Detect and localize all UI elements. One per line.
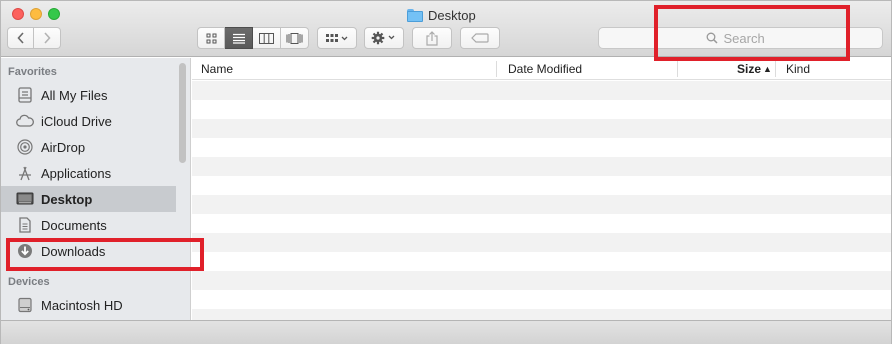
sidebar: Favorites All My Files iCloud Drive AirD… [1,58,191,320]
sidebar-item-label: Downloads [41,243,106,259]
empty-row [192,290,891,309]
cloud-icon [16,112,34,130]
icon-view-button[interactable] [197,27,225,49]
list-view-button[interactable] [225,27,253,49]
empty-row [192,195,891,214]
back-button[interactable] [7,27,34,49]
arrange-button[interactable] [317,27,357,49]
chevron-left-icon [16,32,24,44]
empty-row [192,252,891,271]
view-mode-buttons [197,27,309,49]
sidebar-heading-favorites: Favorites [8,66,57,78]
sidebar-item-all-my-files[interactable]: All My Files [1,82,176,108]
column-divider[interactable] [496,61,497,77]
share-icon [426,30,438,46]
arrange-grid-icon [326,34,348,42]
navigation-buttons [7,27,61,49]
sidebar-item-icloud-drive[interactable]: iCloud Drive [1,108,176,134]
applications-icon [16,164,34,182]
minimize-window-button[interactable] [30,8,42,20]
gear-icon [371,31,395,45]
search-input[interactable] [723,30,776,46]
folder-icon [407,8,423,22]
tag-icon [471,33,489,43]
sidebar-item-macintosh-hd[interactable]: Macintosh HD [1,292,176,318]
share-button[interactable] [412,27,452,49]
column-header-date-modified[interactable]: Date Modified [508,58,582,80]
column-header-kind[interactable]: Kind [786,58,810,80]
close-window-button[interactable] [12,8,24,20]
empty-row [192,157,891,176]
sidebar-item-label: iCloud Drive [41,113,112,129]
empty-row [192,100,891,119]
column-header-name[interactable]: Name [201,58,233,80]
forward-button[interactable] [34,27,61,49]
empty-row [192,271,891,290]
window-title-text: Desktop [428,7,476,23]
empty-row [192,214,891,233]
empty-row [192,81,891,100]
action-button[interactable] [364,27,404,49]
list-view-icon [232,33,245,44]
sidebar-item-desktop[interactable]: Desktop [1,186,176,212]
column-divider[interactable] [677,61,678,77]
coverflow-view-button[interactable] [281,27,309,49]
chevron-right-icon [44,32,51,44]
sidebar-item-airdrop[interactable]: AirDrop [1,134,176,160]
sidebar-item-label: Macintosh HD [41,297,123,313]
hard-drive-icon [16,296,34,314]
column-view-button[interactable] [253,27,281,49]
tags-button[interactable] [460,27,500,49]
empty-row [192,176,891,195]
sidebar-item-documents[interactable]: Documents [1,212,176,238]
sidebar-item-label: Applications [41,165,112,181]
file-list: Name Date Modified Size ▲ Kind [192,58,891,320]
toolbar: Desktop [1,1,891,57]
column-header-size[interactable]: Size [737,58,761,80]
finder-window: Desktop Search Favorites All My Files iC… [0,0,892,344]
sidebar-scrollbar[interactable] [179,63,186,163]
empty-row [192,138,891,157]
all-files-icon [16,86,34,104]
empty-row [192,309,891,320]
search-field[interactable] [598,27,883,49]
window-title: Desktop [407,6,476,24]
sidebar-item-label: Documents [41,217,107,233]
status-bar [1,320,891,344]
documents-icon [16,216,34,234]
sidebar-heading-devices: Devices [8,276,50,288]
magnifier-icon [706,32,718,44]
sidebar-item-label: All My Files [41,87,108,103]
sidebar-item-label: Desktop [41,191,93,207]
icon-view-icon [206,33,216,43]
coverflow-view-icon [286,32,303,44]
empty-row [192,233,891,252]
downloads-icon [16,242,34,260]
airdrop-icon [16,138,34,156]
sidebar-item-label: AirDrop [41,139,86,155]
desktop-icon [16,190,34,208]
empty-row [192,119,891,138]
column-divider[interactable] [775,61,776,77]
zoom-window-button[interactable] [48,8,60,20]
sort-ascending-icon: ▲ [763,64,772,74]
sidebar-item-downloads[interactable]: Downloads [1,238,176,264]
sidebar-item-applications[interactable]: Applications [1,160,176,186]
list-header: Name Date Modified Size ▲ Kind [192,58,891,80]
column-view-icon [259,32,274,44]
